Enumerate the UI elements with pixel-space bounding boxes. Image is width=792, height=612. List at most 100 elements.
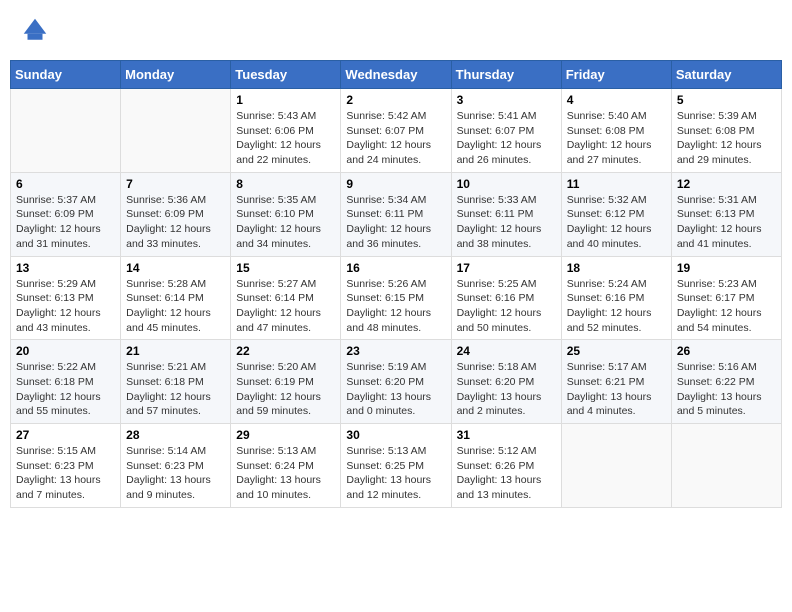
day-header-thursday: Thursday: [451, 61, 561, 89]
day-info: Sunrise: 5:29 AMSunset: 6:13 PMDaylight:…: [16, 277, 115, 336]
calendar-day-cell: 2 Sunrise: 5:42 AMSunset: 6:07 PMDaylight…: [341, 89, 451, 173]
day-header-sunday: Sunday: [11, 61, 121, 89]
day-number: 7: [126, 177, 225, 191]
calendar-day-cell: 12Sunrise: 5:31 AMSunset: 6:13 PMDayligh…: [671, 172, 781, 256]
day-info: Sunrise: 5:31 AMSunset: 6:13 PMDaylight:…: [677, 193, 776, 252]
day-info: Sunrise: 5:42 AMSunset: 6:07 PMDaylight:…: [346, 109, 445, 168]
calendar-day-cell: 23Sunrise: 5:19 AMSunset: 6:20 PMDayligh…: [341, 340, 451, 424]
calendar-day-cell: 18 Sunrise: 5:24 AMSunset: 6:16 PMDayligh…: [561, 256, 671, 340]
calendar-week-4: 20Sunrise: 5:22 AMSunset: 6:18 PMDayligh…: [11, 340, 782, 424]
day-number: 25: [567, 344, 666, 358]
calendar-header-row: SundayMondayTuesdayWednesdayThursdayFrid…: [11, 61, 782, 89]
day-header-monday: Monday: [121, 61, 231, 89]
day-number: 19: [677, 261, 776, 275]
page-header: [10, 10, 782, 50]
logo: [20, 15, 55, 45]
day-info: Sunrise: 5:13 AMSunset: 6:25 PMDaylight:…: [346, 444, 445, 503]
day-info: Sunrise: 5:32 AMSunset: 6:12 PMDaylight:…: [567, 193, 666, 252]
calendar-day-cell: 31 Sunrise: 5:12 AMSunset: 6:26 PMDayligh…: [451, 424, 561, 508]
day-number: 14: [126, 261, 225, 275]
calendar-day-cell: 21 Sunrise: 5:21 AMSunset: 6:18 PMDayligh…: [121, 340, 231, 424]
calendar-day-cell: 19 Sunrise: 5:23 AMSunset: 6:17 PMDayligh…: [671, 256, 781, 340]
calendar-day-cell: 22 Sunrise: 5:20 AMSunset: 6:19 PMDayligh…: [231, 340, 341, 424]
day-number: 15: [236, 261, 335, 275]
day-info: Sunrise: 5:16 AMSunset: 6:22 PMDaylight:…: [677, 360, 776, 419]
day-number: 8: [236, 177, 335, 191]
day-number: 28: [126, 428, 225, 442]
calendar-day-cell: 24 Sunrise: 5:18 AMSunset: 6:20 PMDayligh…: [451, 340, 561, 424]
day-info: Sunrise: 5:23 AMSunset: 6:17 PMDaylight:…: [677, 277, 776, 336]
calendar-day-cell: 7 Sunrise: 5:36 AMSunset: 6:09 PMDaylight…: [121, 172, 231, 256]
day-header-friday: Friday: [561, 61, 671, 89]
calendar-day-cell: 4 Sunrise: 5:40 AMSunset: 6:08 PMDaylight…: [561, 89, 671, 173]
day-number: 1: [236, 93, 335, 107]
day-info: Sunrise: 5:12 AMSunset: 6:26 PMDaylight:…: [457, 444, 556, 503]
day-number: 17: [457, 261, 556, 275]
day-number: 2: [346, 93, 445, 107]
day-info: Sunrise: 5:14 AMSunset: 6:23 PMDaylight:…: [126, 444, 225, 503]
day-info: Sunrise: 5:15 AMSunset: 6:23 PMDaylight:…: [16, 444, 115, 503]
day-number: 31: [457, 428, 556, 442]
day-number: 21: [126, 344, 225, 358]
day-info: Sunrise: 5:27 AMSunset: 6:14 PMDaylight:…: [236, 277, 335, 336]
day-info: Sunrise: 5:40 AMSunset: 6:08 PMDaylight:…: [567, 109, 666, 168]
day-number: 4: [567, 93, 666, 107]
day-info: Sunrise: 5:24 AMSunset: 6:16 PMDaylight:…: [567, 277, 666, 336]
day-number: 16: [346, 261, 445, 275]
day-header-saturday: Saturday: [671, 61, 781, 89]
calendar-day-cell: 30Sunrise: 5:13 AMSunset: 6:25 PMDayligh…: [341, 424, 451, 508]
calendar-day-cell: 11 Sunrise: 5:32 AMSunset: 6:12 PMDayligh…: [561, 172, 671, 256]
day-number: 9: [346, 177, 445, 191]
calendar-day-cell: 5 Sunrise: 5:39 AMSunset: 6:08 PMDaylight…: [671, 89, 781, 173]
calendar-day-cell: 16 Sunrise: 5:26 AMSunset: 6:15 PMDayligh…: [341, 256, 451, 340]
day-info: Sunrise: 5:21 AMSunset: 6:18 PMDaylight:…: [126, 360, 225, 419]
logo-icon: [20, 15, 50, 45]
calendar-day-cell: 20Sunrise: 5:22 AMSunset: 6:18 PMDayligh…: [11, 340, 121, 424]
day-number: 3: [457, 93, 556, 107]
calendar-day-cell: 25 Sunrise: 5:17 AMSunset: 6:21 PMDayligh…: [561, 340, 671, 424]
day-info: Sunrise: 5:37 AMSunset: 6:09 PMDaylight:…: [16, 193, 115, 252]
day-info: Sunrise: 5:39 AMSunset: 6:08 PMDaylight:…: [677, 109, 776, 168]
day-info: Sunrise: 5:20 AMSunset: 6:19 PMDaylight:…: [236, 360, 335, 419]
day-number: 18: [567, 261, 666, 275]
calendar-day-cell: 3Sunrise: 5:41 AMSunset: 6:07 PMDaylight…: [451, 89, 561, 173]
calendar-day-cell: [121, 89, 231, 173]
day-info: Sunrise: 5:25 AMSunset: 6:16 PMDaylight:…: [457, 277, 556, 336]
calendar-week-5: 27Sunrise: 5:15 AMSunset: 6:23 PMDayligh…: [11, 424, 782, 508]
day-number: 26: [677, 344, 776, 358]
calendar-day-cell: 9 Sunrise: 5:34 AMSunset: 6:11 PMDaylight…: [341, 172, 451, 256]
calendar-day-cell: 13 Sunrise: 5:29 AMSunset: 6:13 PMDayligh…: [11, 256, 121, 340]
calendar-day-cell: 27Sunrise: 5:15 AMSunset: 6:23 PMDayligh…: [11, 424, 121, 508]
calendar-day-cell: 26 Sunrise: 5:16 AMSunset: 6:22 PMDayligh…: [671, 340, 781, 424]
calendar-day-cell: 28 Sunrise: 5:14 AMSunset: 6:23 PMDayligh…: [121, 424, 231, 508]
calendar-week-2: 6Sunrise: 5:37 AMSunset: 6:09 PMDaylight…: [11, 172, 782, 256]
day-number: 5: [677, 93, 776, 107]
day-info: Sunrise: 5:26 AMSunset: 6:15 PMDaylight:…: [346, 277, 445, 336]
day-info: Sunrise: 5:18 AMSunset: 6:20 PMDaylight:…: [457, 360, 556, 419]
day-info: Sunrise: 5:33 AMSunset: 6:11 PMDaylight:…: [457, 193, 556, 252]
day-number: 29: [236, 428, 335, 442]
calendar-day-cell: 14 Sunrise: 5:28 AMSunset: 6:14 PMDayligh…: [121, 256, 231, 340]
day-number: 24: [457, 344, 556, 358]
day-info: Sunrise: 5:36 AMSunset: 6:09 PMDaylight:…: [126, 193, 225, 252]
day-number: 11: [567, 177, 666, 191]
calendar-week-1: 1 Sunrise: 5:43 AMSunset: 6:06 PMDaylight…: [11, 89, 782, 173]
calendar-day-cell: 1 Sunrise: 5:43 AMSunset: 6:06 PMDaylight…: [231, 89, 341, 173]
calendar-day-cell: 10 Sunrise: 5:33 AMSunset: 6:11 PMDayligh…: [451, 172, 561, 256]
day-header-tuesday: Tuesday: [231, 61, 341, 89]
day-info: Sunrise: 5:17 AMSunset: 6:21 PMDaylight:…: [567, 360, 666, 419]
day-number: 13: [16, 261, 115, 275]
day-number: 10: [457, 177, 556, 191]
day-info: Sunrise: 5:34 AMSunset: 6:11 PMDaylight:…: [346, 193, 445, 252]
day-info: Sunrise: 5:43 AMSunset: 6:06 PMDaylight:…: [236, 109, 335, 168]
day-number: 23: [346, 344, 445, 358]
calendar-day-cell: [561, 424, 671, 508]
calendar-day-cell: 29 Sunrise: 5:13 AMSunset: 6:24 PMDayligh…: [231, 424, 341, 508]
day-info: Sunrise: 5:35 AMSunset: 6:10 PMDaylight:…: [236, 193, 335, 252]
calendar-day-cell: 17 Sunrise: 5:25 AMSunset: 6:16 PMDayligh…: [451, 256, 561, 340]
day-info: Sunrise: 5:13 AMSunset: 6:24 PMDaylight:…: [236, 444, 335, 503]
calendar-day-cell: 6Sunrise: 5:37 AMSunset: 6:09 PMDaylight…: [11, 172, 121, 256]
day-info: Sunrise: 5:28 AMSunset: 6:14 PMDaylight:…: [126, 277, 225, 336]
day-number: 22: [236, 344, 335, 358]
calendar-day-cell: 8 Sunrise: 5:35 AMSunset: 6:10 PMDaylight…: [231, 172, 341, 256]
